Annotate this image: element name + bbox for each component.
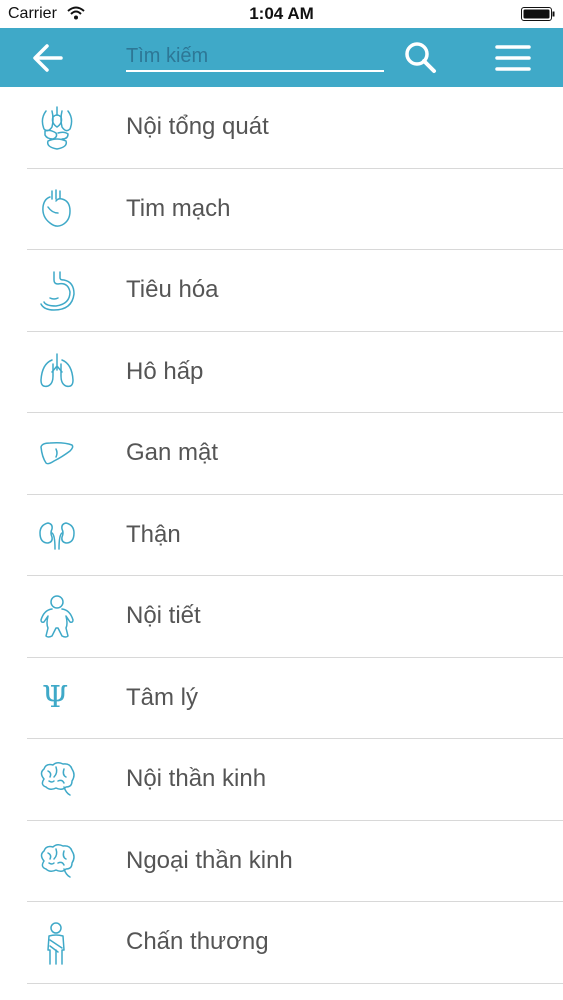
lungs-icon — [36, 350, 78, 396]
list-item[interactable]: Thận — [0, 495, 563, 577]
child-body-icon — [36, 594, 78, 640]
list-item-label: Nội tổng quát — [126, 113, 269, 140]
kidneys-icon — [36, 513, 78, 559]
list-item[interactable]: Tiêu hóa — [0, 250, 563, 332]
status-time: 1:04 AM — [249, 4, 314, 23]
list-item-label: Gan mật — [126, 439, 219, 466]
list-item-label: Tâm lý — [126, 683, 198, 711]
list-item-label: Chấn thương — [126, 928, 269, 955]
list-item-label: Thận — [126, 520, 181, 548]
liver-icon — [36, 431, 78, 477]
injured-person-icon — [36, 920, 78, 966]
brain-icon — [36, 757, 78, 803]
list-item[interactable]: Tim mạch — [0, 169, 563, 251]
list-item-label: Nội thần kinh — [126, 765, 267, 792]
search-icon — [405, 42, 436, 73]
list-item-label: Tiêu hóa — [126, 276, 219, 303]
list-item[interactable]: Ψ Tâm lý — [0, 658, 563, 740]
list-item[interactable]: Nội tiết — [0, 576, 563, 658]
hamburger-menu-icon — [495, 45, 531, 71]
stomach-icon — [36, 268, 78, 314]
list-item[interactable]: Chấn thương — [0, 902, 563, 984]
list-item[interactable]: Nội thần kinh — [0, 739, 563, 821]
battery-icon — [521, 7, 555, 21]
list-item[interactable]: Hô hấp — [0, 332, 563, 414]
search-input[interactable] — [126, 42, 384, 72]
list-item[interactable]: Nội tổng quát — [0, 87, 563, 169]
heart-icon — [36, 187, 78, 233]
back-button[interactable] — [28, 40, 68, 76]
list-item-label: Ngoại thần kinh — [126, 846, 293, 874]
list-item[interactable]: Gan mật — [0, 413, 563, 495]
list-item-label: Tim mạch — [126, 194, 231, 222]
brain-icon — [36, 839, 78, 885]
list-item-label: Nội tiết — [126, 602, 201, 629]
specialty-list: Nội tổng quát Tim mạch Tiêu hóa Hô hấp G… — [0, 87, 563, 984]
list-item-label: Hô hấp — [126, 357, 204, 385]
search-button[interactable] — [402, 40, 440, 76]
arrow-left-icon — [33, 44, 63, 72]
list-item[interactable]: Ngoại thần kinh — [0, 821, 563, 903]
internal-organs-icon — [36, 105, 78, 151]
nav-bar — [0, 28, 563, 87]
status-bar: Carrier 1:04 AM — [0, 0, 563, 28]
menu-button[interactable] — [494, 42, 532, 74]
psi-icon: Ψ — [42, 679, 69, 715]
